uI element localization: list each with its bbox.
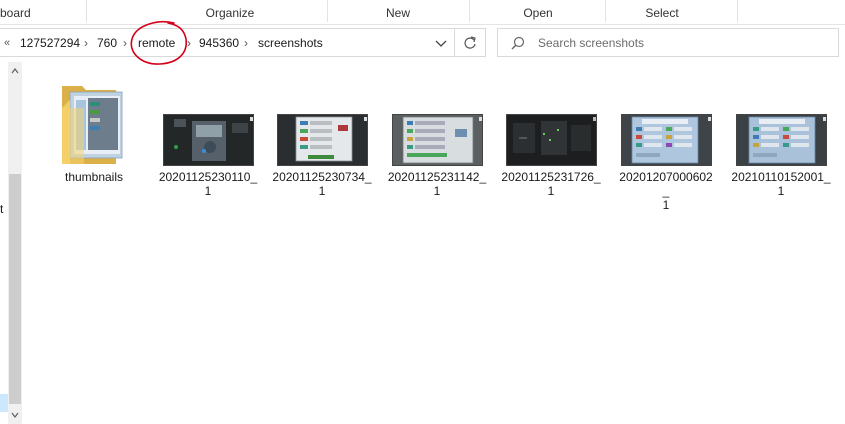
ribbon-group-open[interactable]: Open: [514, 0, 562, 24]
ribbon-divider: [605, 0, 606, 22]
ribbon-divider: [469, 0, 470, 22]
file-name: 20210110152001_ 1: [731, 170, 831, 198]
image-file[interactable]: 20201125230734_ 1: [272, 78, 372, 208]
navigation-scrollbar[interactable]: [8, 62, 22, 424]
nav-item-label[interactable]: t: [0, 202, 3, 216]
ribbon-group-organize[interactable]: Organize: [186, 0, 274, 24]
nav-selected-item[interactable]: [0, 394, 8, 412]
file-name: thumbnails: [64, 170, 124, 184]
search-icon: [511, 36, 525, 50]
image-thumbnail: [158, 78, 258, 174]
screenshot-preview: [277, 114, 368, 166]
folder-icon: [62, 86, 123, 164]
screenshot-preview: [736, 114, 827, 166]
address-history-dropdown[interactable]: [430, 29, 452, 56]
breadcrumb-separator-icon[interactable]: ›: [244, 29, 248, 56]
breadcrumb-945360[interactable]: 945360: [199, 29, 239, 56]
image-thumbnail: [387, 78, 487, 174]
refresh-button[interactable]: [456, 29, 484, 56]
screenshot-preview: [506, 114, 597, 166]
ribbon: board Organize New Open Select: [0, 0, 845, 25]
image-thumbnail: [272, 78, 372, 174]
folder-thumbnails[interactable]: thumbnails: [44, 78, 144, 208]
search-box[interactable]: Search screenshots: [497, 28, 839, 57]
scrollbar-thumb[interactable]: [9, 174, 21, 404]
navigation-pane: t: [0, 62, 8, 424]
screenshot-preview: [163, 114, 254, 166]
ribbon-group-select[interactable]: Select: [636, 0, 688, 24]
chevron-down-icon: [435, 40, 447, 47]
refresh-icon: [464, 36, 476, 49]
ribbon-group-new[interactable]: New: [376, 0, 420, 24]
ribbon-divider: [86, 0, 87, 22]
address-divider: [454, 29, 455, 56]
scroll-down-icon[interactable]: [8, 410, 22, 420]
file-name: 20201125231726_ 1: [501, 170, 601, 198]
search-input[interactable]: Search screenshots: [538, 29, 644, 56]
screenshot-preview: [392, 114, 483, 166]
breadcrumb-remote[interactable]: remote: [138, 29, 175, 56]
scroll-up-icon[interactable]: [8, 66, 22, 76]
image-file[interactable]: 20201125230110_ 1: [158, 78, 258, 208]
file-name: 20201125230734_ 1: [272, 170, 372, 198]
image-file[interactable]: 20201125231726_ 1: [501, 78, 601, 208]
ribbon-divider: [327, 0, 328, 22]
ribbon-divider: [737, 0, 738, 22]
file-name: 20201125230110_ 1: [158, 170, 258, 198]
image-file[interactable]: 20210110152001_ 1: [731, 78, 831, 208]
image-file[interactable]: 20201125231142_ 1: [387, 78, 487, 208]
breadcrumb-127527294[interactable]: 127527294: [20, 29, 80, 56]
file-name: 20201207000602_ 1: [619, 170, 713, 212]
file-name: 20201125231142_ 1: [387, 170, 487, 198]
breadcrumb-separator-icon[interactable]: ›: [123, 29, 127, 56]
image-file[interactable]: 20201207000602_ 1: [616, 78, 716, 212]
screenshot-preview: [621, 114, 712, 166]
image-thumbnail: [731, 78, 831, 174]
breadcrumb-separator-icon[interactable]: ›: [84, 29, 88, 56]
address-bar[interactable]: « 127527294 › 760 › remote › 945360 › sc…: [0, 28, 486, 57]
overflow-chevron-icon[interactable]: «: [4, 29, 10, 56]
image-thumbnail: [616, 78, 716, 174]
image-thumbnail: [501, 78, 601, 174]
breadcrumb-760[interactable]: 760: [97, 29, 117, 56]
ribbon-group-clipboard[interactable]: board: [0, 0, 36, 24]
breadcrumb-screenshots[interactable]: screenshots: [258, 29, 323, 56]
breadcrumb-separator-icon[interactable]: ›: [187, 29, 191, 56]
